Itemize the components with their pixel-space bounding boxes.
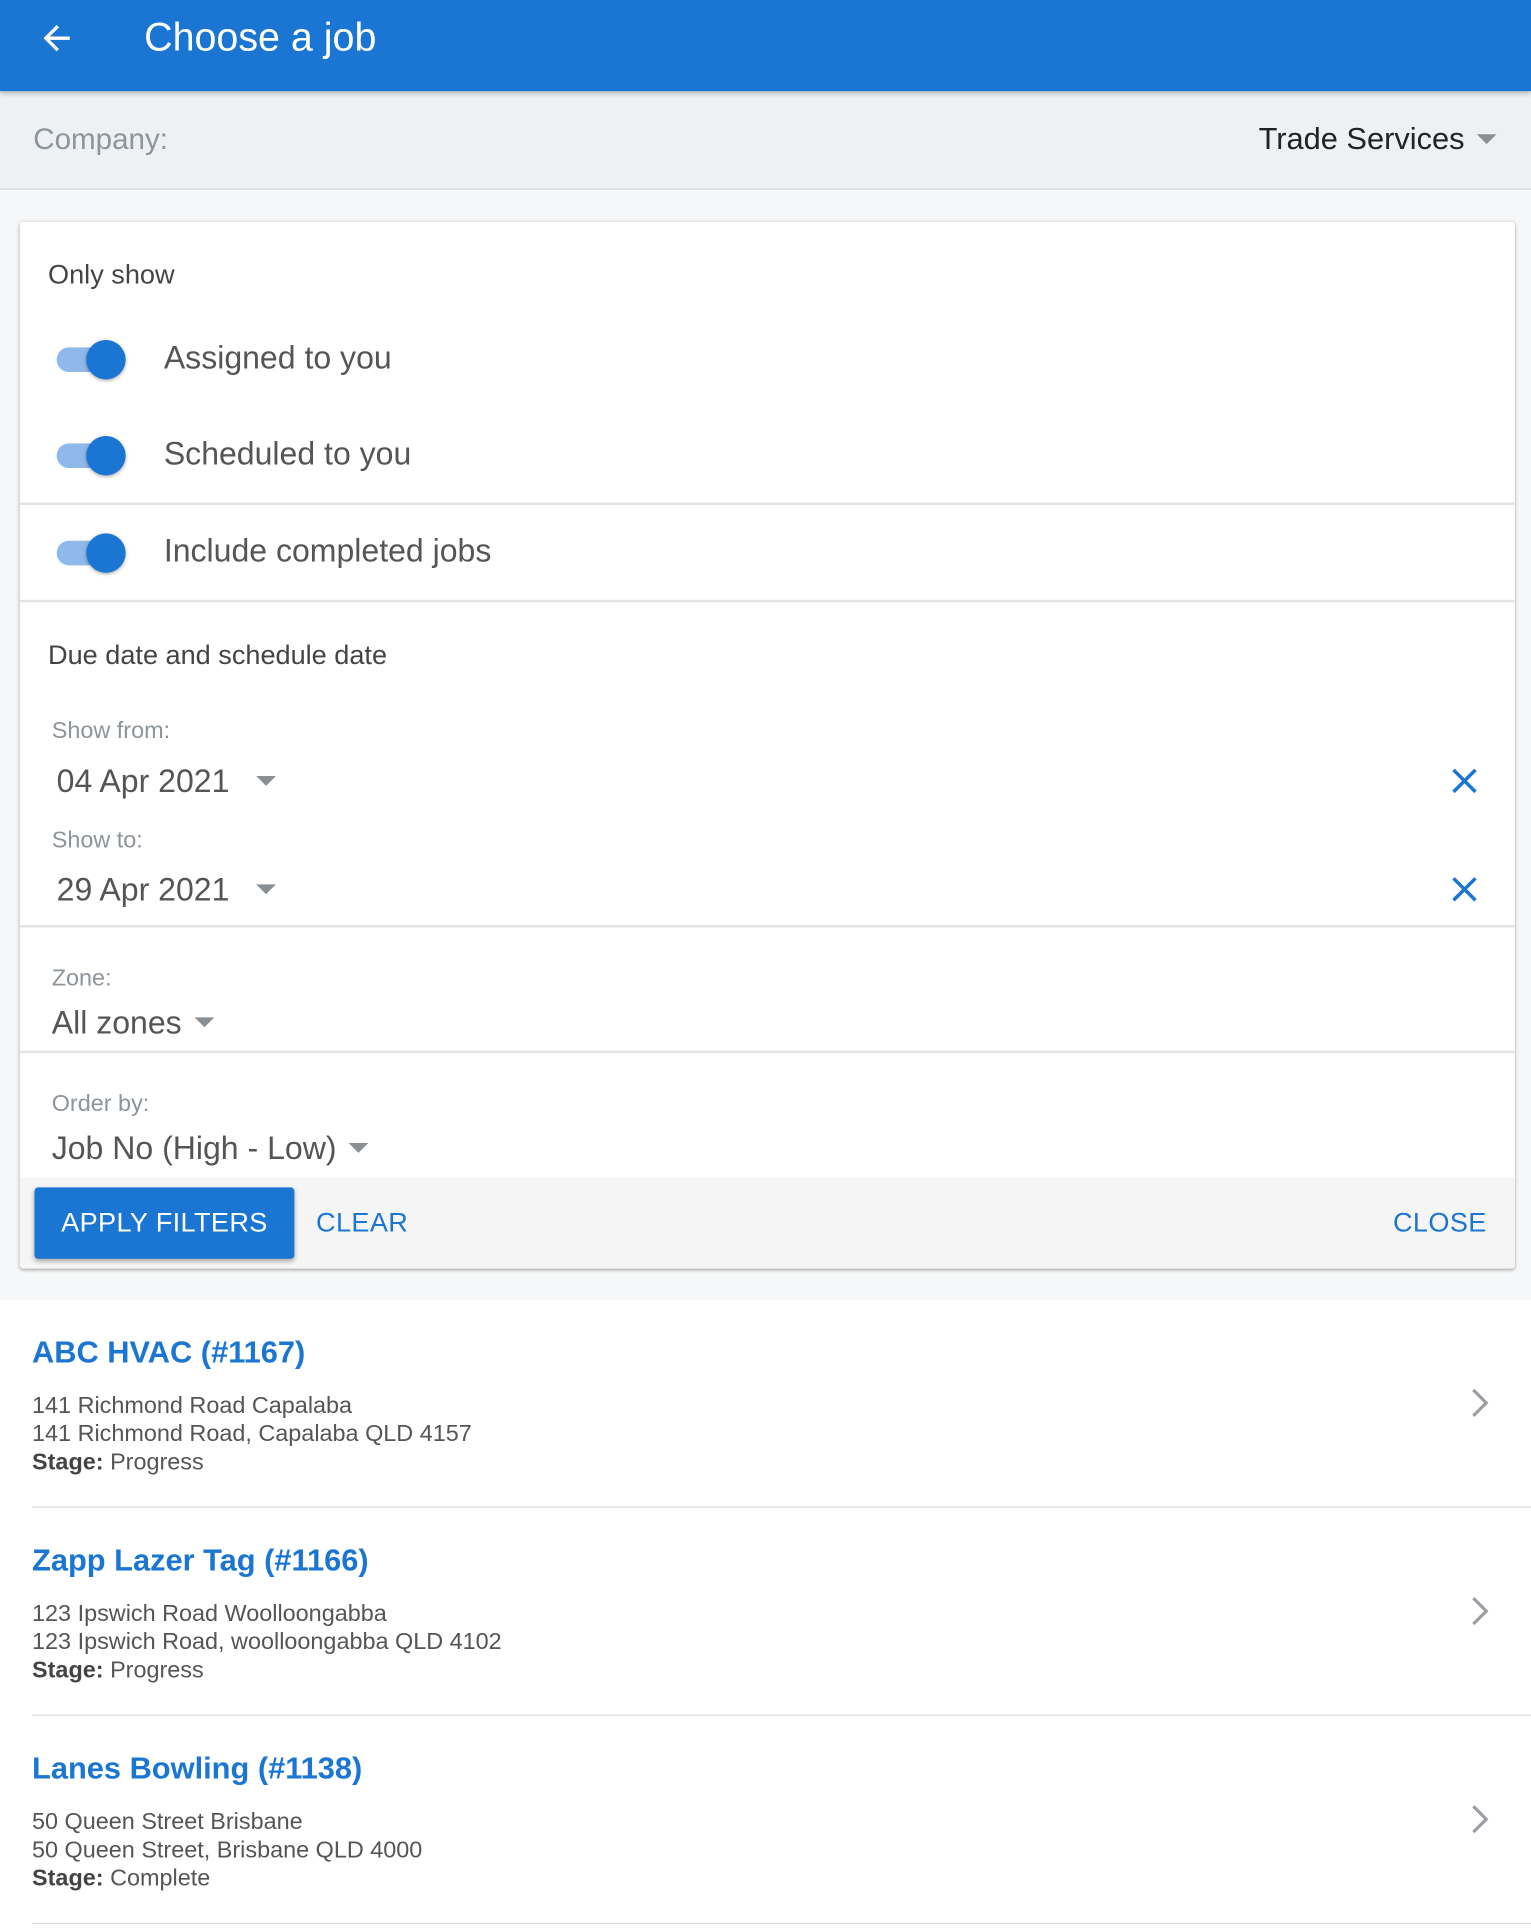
job-stage-label: Stage: [32,1449,104,1476]
job-title: Lanes Bowling (#1138) [32,1751,363,1786]
zone-label: Zone: [51,965,112,992]
job-title: Zapp Lazer Tag (#1166) [32,1543,369,1578]
close-button[interactable]: CLOSE [1384,1187,1495,1258]
caret-down-icon [256,884,277,895]
company-label: Company: [33,123,168,157]
toggle-scheduled-to-you[interactable]: Scheduled to you [20,416,1515,490]
toggle-label: Scheduled to you [163,434,412,472]
job-stage: Stage: Progress [32,1658,204,1685]
arrow-left-icon[interactable] [37,18,76,57]
job-list-item[interactable]: Zapp Lazer Tag (#1166) 123 Ipswich Road … [0,1508,1531,1716]
toggle-label: Include completed jobs [163,532,492,570]
toggle-assigned-to-you[interactable]: Assigned to you [20,320,1515,394]
job-stage: Stage: Progress [32,1450,204,1477]
show-to-label: Show to: [51,827,143,854]
job-stage-value: Complete [110,1866,211,1892]
job-stage: Stage: Complete [32,1866,210,1893]
company-dropdown[interactable]: Trade Services [1259,118,1497,160]
job-stage-label: Stage: [32,1866,104,1892]
only-show-title: Only show [48,258,175,290]
caret-down-icon [1476,134,1497,145]
job-list-item[interactable]: Lanes Bowling (#1138) 50 Queen Street Br… [0,1716,1531,1924]
caret-down-icon [193,1017,214,1028]
company-value: Trade Services [1258,121,1465,156]
divider [19,925,1515,927]
job-address: 50 Queen Street, Brisbane QLD 4000 [32,1837,423,1864]
job-site: 50 Queen Street Brisbane [32,1809,303,1836]
toggle-include-completed[interactable]: Include completed jobs [20,514,1515,588]
job-stage-value: Progress [110,1449,204,1476]
order-by-label: Order by: [51,1091,150,1118]
toggle-label: Assigned to you [163,338,392,376]
toggle-switch[interactable] [54,435,130,477]
app-bar: Choose a job [0,0,1531,92]
switch-thumb [86,533,126,573]
show-to-dropdown[interactable]: 29 Apr 2021 [57,867,277,911]
clear-button[interactable]: CLEAR [313,1187,412,1258]
chevron-right-icon [1472,1805,1489,1834]
order-by-dropdown[interactable]: Job No (High - Low) [52,1126,369,1170]
chevron-right-icon [1472,1388,1489,1417]
date-section-title: Due date and schedule date [48,639,388,671]
clear-show-to-icon[interactable] [1444,868,1486,910]
divider [19,502,1515,505]
job-site: 141 Richmond Road Capalaba [32,1393,353,1419]
toggle-switch[interactable] [54,339,130,381]
apply-filters-button[interactable]: APPLY FILTERS [34,1187,295,1259]
show-from-value: 04 Apr 2021 [56,761,230,799]
divider [19,1050,1515,1053]
company-bar: Company: Trade Services [0,91,1531,190]
show-to-value: 29 Apr 2021 [56,870,230,908]
job-address: 123 Ipswich Road, woolloongabba QLD 4102 [32,1629,502,1656]
page-title: Choose a job [144,14,377,60]
job-stage-value: Progress [110,1657,204,1684]
filter-actions: APPLY FILTERS CLEAR CLOSE [19,1177,1515,1269]
zone-value: All zones [51,1003,182,1041]
filter-panel: Only show Assigned to you Scheduled to y… [19,221,1515,1269]
job-title: ABC HVAC (#1167) [32,1335,306,1370]
job-site: 123 Ipswich Road Woolloongabba [32,1601,387,1628]
order-by-value: Job No (High - Low) [51,1128,337,1166]
job-stage-label: Stage: [32,1657,104,1684]
caret-down-icon [256,775,277,786]
zone-dropdown[interactable]: All zones [52,1000,214,1044]
divider [32,1922,1531,1924]
show-from-label: Show from: [51,718,171,744]
switch-thumb [86,339,126,380]
app-root: Choose a job Company: Trade Services Onl… [0,0,1531,1931]
switch-thumb [86,436,126,476]
job-list-item[interactable]: ABC HVAC (#1167) 141 Richmond Road Capal… [0,1299,1531,1508]
chevron-right-icon [1472,1597,1489,1626]
show-from-dropdown[interactable]: 04 Apr 2021 [57,759,277,803]
job-address: 141 Richmond Road, Capalaba QLD 4157 [32,1421,472,1448]
toggle-switch[interactable] [54,532,130,574]
caret-down-icon [348,1143,369,1153]
clear-show-from-icon[interactable] [1444,760,1486,802]
divider [19,599,1515,602]
